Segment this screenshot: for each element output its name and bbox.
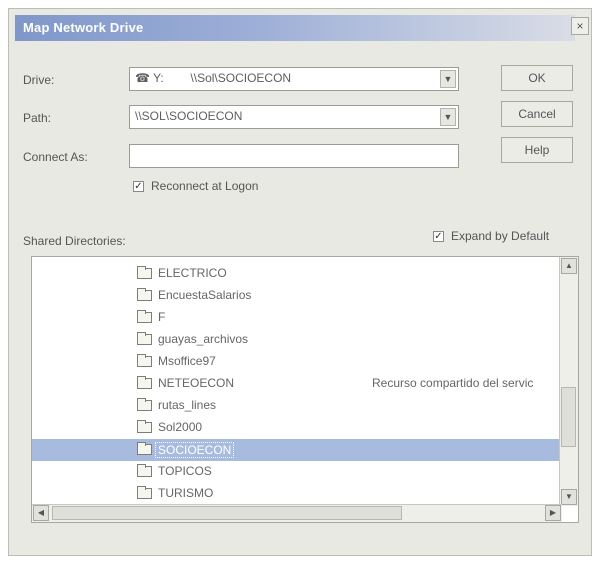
- share-name: Msoffice97: [158, 354, 216, 368]
- list-item[interactable]: NETEOECON Recurso compartido del servic: [32, 373, 560, 395]
- list-item[interactable]: F: [32, 307, 560, 329]
- shared-directories-list[interactable]: ELECTRICO EncuestaSalarios F guayas_arch…: [31, 256, 579, 523]
- chevron-down-icon[interactable]: ▼: [440, 70, 456, 88]
- share-comment: Recurso compartido del servic: [372, 376, 534, 390]
- horizontal-scrollbar[interactable]: ◀ ▶: [32, 504, 562, 522]
- shared-folder-icon: [137, 420, 152, 433]
- list-item[interactable]: Sol2000: [32, 417, 560, 439]
- shared-folder-icon: [137, 486, 152, 499]
- reconnect-checkbox[interactable]: ✓: [133, 181, 144, 192]
- shared-folder-icon: [137, 354, 152, 367]
- drive-label: Drive:: [23, 73, 55, 87]
- close-button[interactable]: ×: [571, 17, 589, 35]
- share-name: SOCIOECON: [155, 442, 235, 458]
- arrow-right-icon[interactable]: ▶: [545, 505, 561, 521]
- arrow-left-icon[interactable]: ◀: [33, 505, 49, 521]
- shared-folder-icon: [137, 442, 152, 455]
- cancel-button[interactable]: Cancel: [501, 101, 573, 127]
- share-name: F: [158, 310, 166, 324]
- drive-select[interactable]: ☎ Y: \\Sol\SOCIOECON ▼: [129, 67, 459, 91]
- list-item[interactable]: TURISMO: [32, 483, 560, 505]
- help-button[interactable]: Help: [501, 137, 573, 163]
- vertical-scroll-thumb[interactable]: [561, 387, 576, 447]
- shared-folder-icon: [137, 310, 152, 323]
- arrow-up-icon[interactable]: ▲: [561, 258, 577, 274]
- shared-directories-label: Shared Directories:: [23, 234, 126, 248]
- share-name: TURISMO: [158, 486, 214, 500]
- connect-as-input[interactable]: [129, 144, 459, 168]
- shared-folder-icon: [137, 398, 152, 411]
- dialog-title: Map Network Drive: [23, 20, 144, 35]
- list-item[interactable]: Msoffice97: [32, 351, 560, 373]
- connect-as-label: Connect As:: [23, 150, 88, 164]
- list-item-selected[interactable]: SOCIOECON: [32, 439, 560, 461]
- path-combobox[interactable]: \\SOL\SOCIOECON ▼: [129, 105, 459, 129]
- reconnect-label: Reconnect at Logon: [151, 179, 259, 193]
- expand-by-default-checkbox[interactable]: ✓: [433, 231, 444, 242]
- shared-folder-icon: [137, 464, 152, 477]
- arrow-down-icon[interactable]: ▼: [561, 489, 577, 505]
- share-name: NETEOECON: [158, 376, 235, 390]
- list-item[interactable]: guayas_archivos: [32, 329, 560, 351]
- share-name: EncuestaSalarios: [158, 288, 252, 302]
- list-item[interactable]: rutas_lines: [32, 395, 560, 417]
- shared-folder-icon: [137, 266, 152, 279]
- share-name: ELECTRICO: [158, 266, 227, 280]
- list-item[interactable]: TOPICOS: [32, 461, 560, 483]
- expand-by-default-label: Expand by Default: [451, 229, 550, 243]
- ok-button[interactable]: OK: [501, 65, 573, 91]
- title-bar: Map Network Drive: [15, 15, 575, 41]
- drive-value: ☎ Y: \\Sol\SOCIOECON: [135, 71, 292, 85]
- list-item[interactable]: EncuestaSalarios: [32, 285, 560, 307]
- vertical-scrollbar[interactable]: ▲ ▼: [559, 257, 578, 506]
- close-icon: ×: [576, 19, 584, 33]
- chevron-down-icon[interactable]: ▼: [440, 108, 456, 126]
- share-name: TOPICOS: [158, 464, 212, 478]
- shared-folder-icon: [137, 288, 152, 301]
- horizontal-scroll-thumb[interactable]: [52, 506, 402, 520]
- path-label: Path:: [23, 111, 52, 125]
- share-name: rutas_lines: [158, 398, 217, 412]
- list-item[interactable]: ELECTRICO: [32, 263, 560, 285]
- path-value: \\SOL\SOCIOECON: [135, 109, 243, 123]
- share-name: Sol2000: [158, 420, 203, 434]
- share-name: guayas_archivos: [158, 332, 249, 346]
- shared-folder-icon: [137, 332, 152, 345]
- shared-folder-icon: [137, 376, 152, 389]
- map-network-drive-dialog: Map Network Drive × Drive: ☎ Y: \\Sol\SO…: [8, 8, 592, 556]
